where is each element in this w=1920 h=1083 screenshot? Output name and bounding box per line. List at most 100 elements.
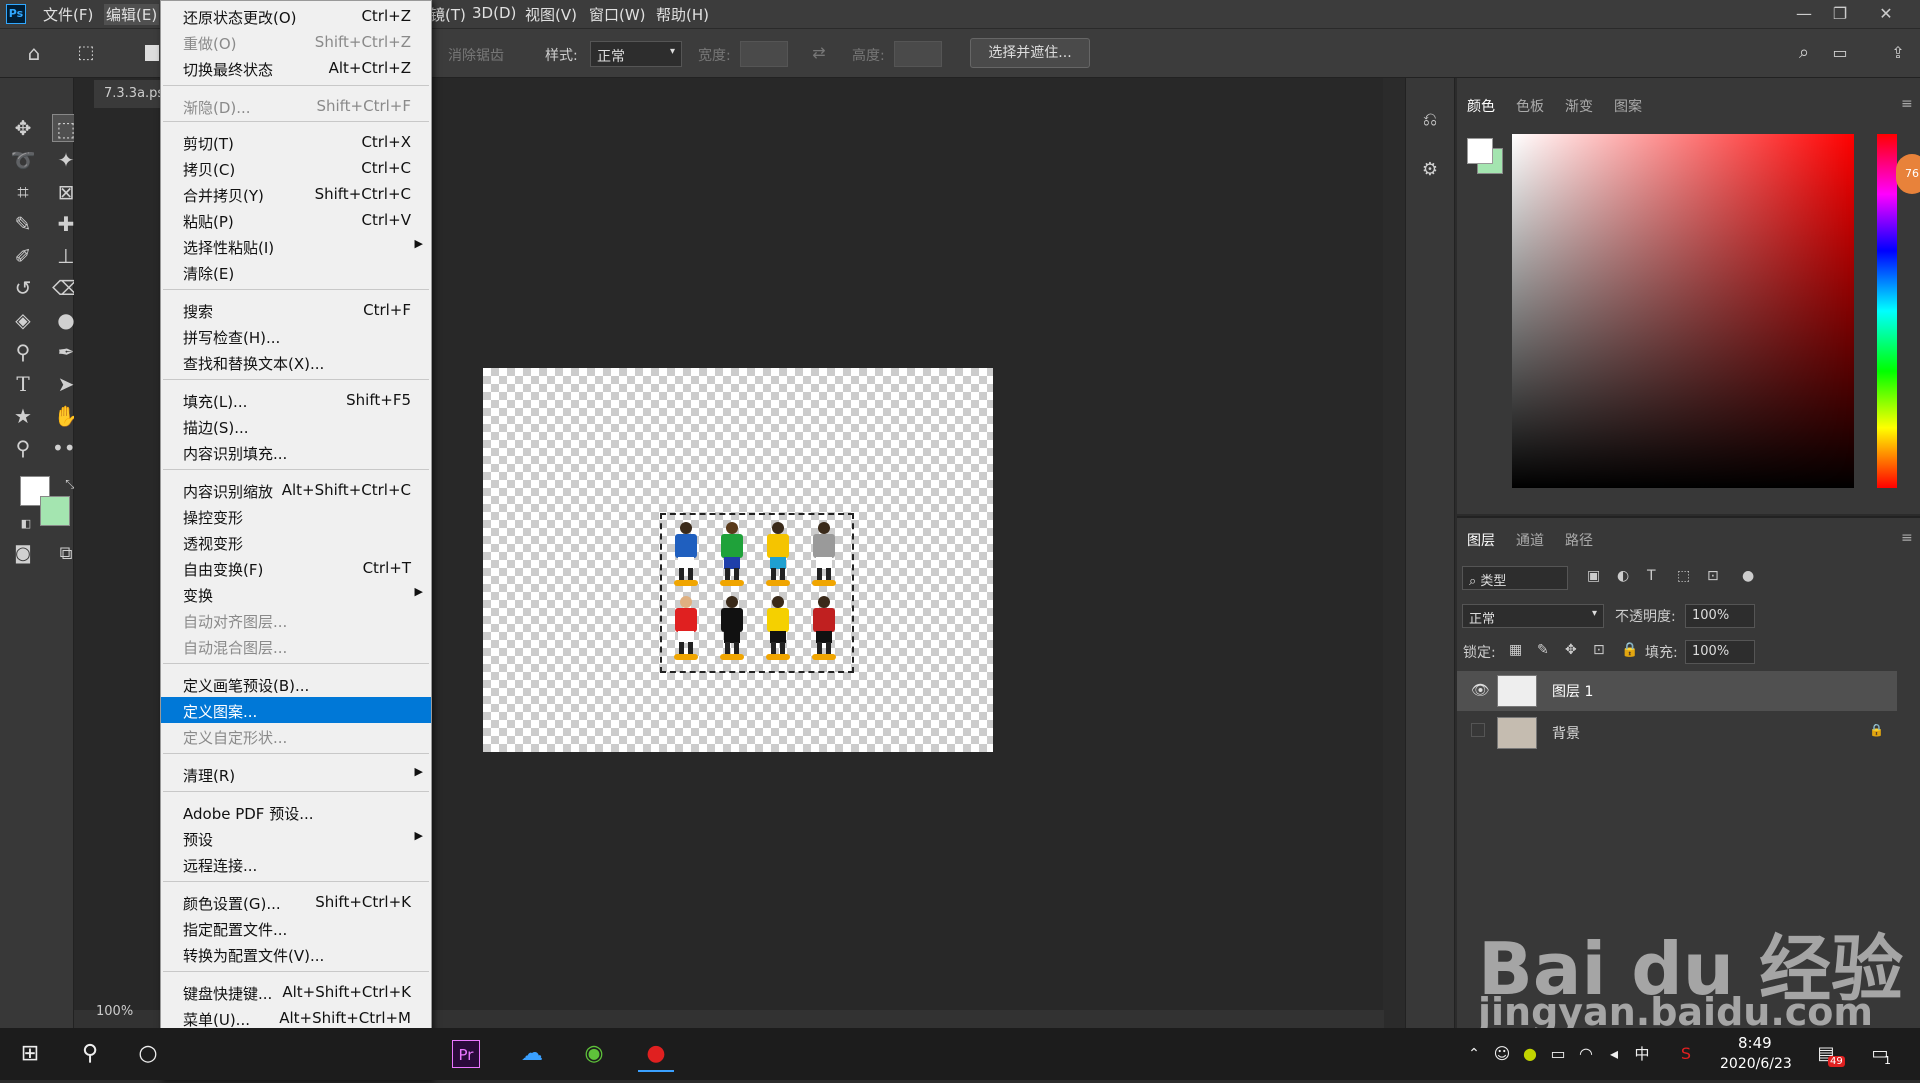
eye-icon[interactable]: 👁 (1471, 681, 1490, 699)
zoom-level[interactable]: 100% (96, 1004, 133, 1019)
width-input[interactable] (740, 41, 788, 67)
menu-filter[interactable]: 镜(T) (430, 4, 466, 25)
lasso-tool-icon[interactable]: ➰ (9, 146, 37, 174)
home-icon[interactable]: ⌂ (20, 39, 48, 67)
layer-name[interactable]: 图层 1 (1552, 681, 1593, 701)
marquee-preset-icon[interactable]: ⬚ (72, 39, 100, 67)
lock-artboard-icon[interactable]: ⊡ (1593, 642, 1605, 658)
lock-all-icon[interactable]: 🔒 (1621, 642, 1638, 658)
edit-menu-item[interactable]: 拼写检查(H)... (161, 323, 431, 349)
properties-panel-icon[interactable]: ⚙ (1416, 156, 1444, 184)
edit-menu-item[interactable]: 搜索 Ctrl+F (161, 297, 431, 323)
edit-menu-item[interactable]: 拷贝(C) Ctrl+C (161, 155, 431, 181)
edit-menu-item[interactable]: 透视变形 (161, 529, 431, 555)
edit-menu-item[interactable]: 清理(R) ▶ (161, 761, 431, 787)
close-button[interactable]: ✕ (1866, 2, 1906, 26)
edit-menu-item[interactable]: 清除(E) (161, 259, 431, 285)
edit-menu-item[interactable]: 查找和替换文本(X)... (161, 349, 431, 375)
fill-input[interactable]: 100% (1685, 640, 1755, 664)
edit-menu-item[interactable]: 内容识别填充... (161, 439, 431, 465)
tab-swatches[interactable]: 色板 (1516, 96, 1544, 116)
edit-menu-item[interactable]: 颜色设置(G)... Shift+Ctrl+K (161, 889, 431, 915)
dodge-tool-icon[interactable]: ⚲ (9, 338, 37, 366)
lock-pixels-icon[interactable]: ✎ (1537, 642, 1549, 658)
red-app-icon[interactable]: ● (638, 1036, 674, 1072)
lock-position-icon[interactable]: ✥ (1565, 642, 1577, 658)
filter-pixel-icon[interactable]: ▣ (1587, 568, 1600, 584)
restore-button[interactable]: ❐ (1820, 2, 1860, 26)
visibility-toggle[interactable] (1471, 723, 1485, 737)
layer-name[interactable]: 背景 (1552, 723, 1580, 743)
type-tool-icon[interactable]: T (9, 370, 37, 398)
move-tool-icon[interactable]: ✥ (9, 114, 37, 142)
edit-menu-item[interactable]: 还原状态更改(O) Ctrl+Z (161, 3, 431, 29)
tab-color[interactable]: 颜色 (1467, 96, 1495, 116)
edit-menu-item[interactable]: 定义自定形状... (161, 723, 431, 749)
blend-mode-select[interactable]: 正常 ▾ (1462, 604, 1604, 628)
filter-type-icon[interactable]: T (1647, 568, 1656, 584)
share-icon[interactable]: ⇪ (1884, 39, 1912, 67)
color-field[interactable] (1512, 134, 1854, 488)
edit-menu-item[interactable]: 键盘快捷键... Alt+Shift+Ctrl+K (161, 979, 431, 1005)
premiere-icon[interactable]: Pr (452, 1040, 480, 1068)
tab-channels[interactable]: 通道 (1516, 530, 1544, 550)
swap-dimensions-icon[interactable]: ⇄ (805, 39, 833, 67)
tab-patterns[interactable]: 图案 (1614, 96, 1642, 116)
search-icon[interactable]: ⚲ (72, 1036, 108, 1072)
sogou-icon[interactable]: S (1668, 1036, 1704, 1072)
minimize-button[interactable]: — (1784, 2, 1824, 26)
panel-foreground-swatch[interactable] (1467, 138, 1493, 164)
menu-edit[interactable]: 编辑(E) (104, 4, 160, 25)
height-input[interactable] (894, 41, 942, 67)
new-selection-icon[interactable] (145, 45, 159, 61)
edit-menu-item[interactable]: 远程连接... (161, 851, 431, 877)
edit-menu-item[interactable]: 合并拷贝(Y) Shift+Ctrl+C (161, 181, 431, 207)
filter-shape-icon[interactable]: ⬚ (1677, 568, 1690, 584)
edit-menu-item[interactable]: 填充(L)... Shift+F5 (161, 387, 431, 413)
edit-menu-item[interactable]: 变换 ▶ (161, 581, 431, 607)
edit-menu-item[interactable]: 自由变换(F) Ctrl+T (161, 555, 431, 581)
edit-menu-item[interactable]: 内容识别缩放 Alt+Shift+Ctrl+C (161, 477, 431, 503)
layer-filter-select[interactable]: ⌕ 类型 (1462, 566, 1568, 590)
windows-start-icon[interactable]: ⊞ (12, 1036, 48, 1072)
eyedropper-tool-icon[interactable]: ✎ (9, 210, 37, 238)
quick-mask-icon[interactable]: ◙ (9, 540, 37, 568)
style-select[interactable]: 正常 ▾ (590, 41, 682, 67)
edit-menu-item[interactable]: 指定配置文件... (161, 915, 431, 941)
layers-panel-menu-icon[interactable]: ≡ (1901, 530, 1913, 546)
tab-gradients[interactable]: 渐变 (1565, 96, 1593, 116)
clock-time[interactable]: 8:49 (1738, 1034, 1772, 1052)
menu-help[interactable]: 帮助(H) (656, 4, 709, 25)
edit-menu-item[interactable]: 定义画笔预设(B)... (161, 671, 431, 697)
edit-menu-item[interactable]: 重做(O) Shift+Ctrl+Z (161, 29, 431, 55)
lock-transparent-icon[interactable]: ▦ (1509, 642, 1522, 658)
tab-paths[interactable]: 路径 (1565, 530, 1593, 550)
paint-bucket-tool-icon[interactable]: ◈ (9, 306, 37, 334)
edit-menu-item[interactable]: Adobe PDF 预设... (161, 799, 431, 825)
edit-menu-item[interactable]: 操控变形 (161, 503, 431, 529)
cortana-icon[interactable]: ○ (130, 1036, 166, 1072)
history-panel-icon[interactable]: ⎌ (1416, 106, 1444, 134)
shape-tool-icon[interactable]: ★ (9, 402, 37, 430)
edit-menu-item[interactable]: 渐隐(D)... Shift+Ctrl+F (161, 93, 431, 119)
filter-toggle-icon[interactable]: ● (1742, 568, 1754, 584)
workspace-icon[interactable]: ▭ (1826, 39, 1854, 67)
action-center-icon[interactable]: ▭ (1862, 1036, 1898, 1072)
brush-tool-icon[interactable]: ✐ (9, 242, 37, 270)
edit-menu-item[interactable]: 剪切(T) Ctrl+X (161, 129, 431, 155)
menu-window[interactable]: 窗口(W) (589, 4, 646, 25)
background-color-swatch[interactable] (40, 496, 70, 526)
antialias-checkbox-label[interactable]: 消除锯齿 (448, 45, 504, 65)
clock-date[interactable]: 2020/6/23 (1720, 1056, 1792, 1072)
hue-slider[interactable] (1877, 134, 1897, 488)
edit-menu-item[interactable]: 定义图案... (161, 697, 431, 723)
menu-view[interactable]: 视图(V) (525, 4, 577, 25)
layer-row-background[interactable]: 背景 🔒 (1457, 713, 1897, 753)
ime-indicator[interactable]: 中 (1624, 1036, 1660, 1072)
filter-smart-icon[interactable]: ⊡ (1707, 568, 1719, 584)
crop-tool-icon[interactable]: ⌗ (9, 178, 37, 206)
filter-adjust-icon[interactable]: ◐ (1617, 568, 1629, 584)
edit-menu-item[interactable]: 自动对齐图层... (161, 607, 431, 633)
history-brush-tool-icon[interactable]: ↺ (9, 274, 37, 302)
search-icon[interactable]: ⌕ (1790, 39, 1818, 67)
